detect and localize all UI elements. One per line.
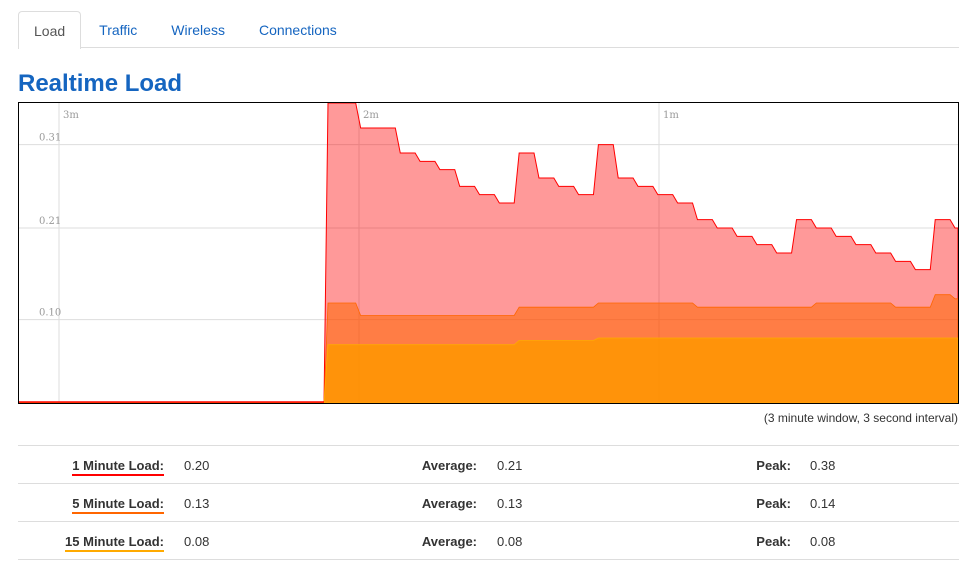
peak-value-1min: 0.38 bbox=[810, 458, 836, 473]
load-label-5min: 5 Minute Load: bbox=[72, 496, 164, 514]
page-title: Realtime Load bbox=[18, 70, 183, 97]
average-label-1min: Average: bbox=[421, 458, 477, 473]
x-tick-label: 1m bbox=[663, 110, 679, 121]
average-value-1min: 0.21 bbox=[497, 458, 523, 473]
load15-area bbox=[19, 337, 958, 403]
peak-label-5min: Peak: bbox=[756, 496, 791, 511]
peak-label-1min: Peak: bbox=[756, 458, 791, 473]
tab-load[interactable]: Load bbox=[18, 11, 82, 49]
graph-areas bbox=[19, 103, 958, 403]
x-tick-label: 2m bbox=[363, 110, 379, 121]
average-label-15min: Average: bbox=[421, 534, 477, 549]
average-value-15min: 0.08 bbox=[497, 534, 523, 549]
load-value-15min: 0.08 bbox=[184, 534, 210, 549]
load-graph-svg: 3m 2m 1m 0.31 0.21 0.10 bbox=[19, 103, 958, 403]
y-tick-label: 0.10 bbox=[39, 308, 61, 319]
tab-connections[interactable]: Connections bbox=[243, 11, 353, 48]
stat-row-15min: 15 Minute Load: 0.08 Average: 0.08 Peak:… bbox=[18, 522, 959, 560]
y-tick-label: 0.31 bbox=[39, 133, 61, 144]
x-tick-label: 3m bbox=[63, 110, 79, 121]
tab-traffic[interactable]: Traffic bbox=[83, 11, 153, 48]
stat-row-1min: 1 Minute Load: 0.20 Average: 0.21 Peak: … bbox=[18, 446, 959, 484]
load-value-1min: 0.20 bbox=[184, 458, 210, 473]
graph-caption: (3 minute window, 3 second interval) bbox=[763, 411, 958, 425]
peak-value-15min: 0.08 bbox=[810, 534, 836, 549]
y-tick-label: 0.21 bbox=[39, 216, 61, 227]
load-label-1min: 1 Minute Load: bbox=[72, 458, 164, 476]
average-label-5min: Average: bbox=[421, 496, 477, 511]
stat-row-5min: 5 Minute Load: 0.13 Average: 0.13 Peak: … bbox=[18, 484, 959, 522]
load-value-5min: 0.13 bbox=[184, 496, 210, 511]
load-graph: 3m 2m 1m 0.31 0.21 0.10 bbox=[18, 102, 959, 404]
load-stats-table: 1 Minute Load: 0.20 Average: 0.21 Peak: … bbox=[18, 445, 959, 560]
average-value-5min: 0.13 bbox=[497, 496, 523, 511]
peak-label-15min: Peak: bbox=[756, 534, 791, 549]
peak-value-5min: 0.14 bbox=[810, 496, 836, 511]
tab-bar: Load Traffic Wireless Connections bbox=[18, 11, 959, 49]
load-label-15min: 15 Minute Load: bbox=[65, 534, 164, 552]
tab-wireless[interactable]: Wireless bbox=[155, 11, 241, 48]
